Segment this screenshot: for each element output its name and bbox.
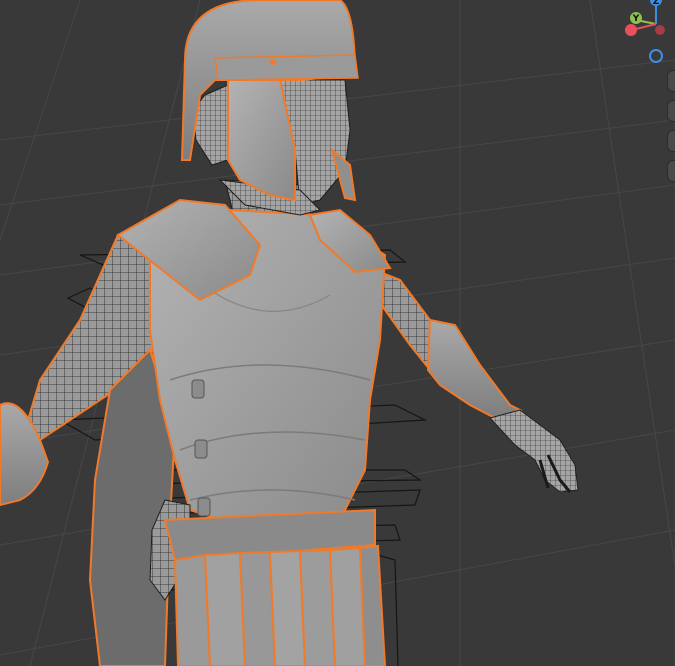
3d-viewport[interactable]: Y Z — [0, 0, 675, 666]
right-arm — [373, 268, 579, 493]
gizmo-neg-x-axis[interactable] — [655, 25, 665, 35]
gizmo-z-label: Z — [653, 0, 660, 7]
gizmo-neg-z-axis[interactable] — [649, 49, 663, 63]
perspective-icon[interactable] — [667, 160, 675, 182]
zoom-icon[interactable] — [667, 70, 675, 92]
navigation-gizmo[interactable]: Y Z — [625, 0, 665, 63]
pan-icon[interactable] — [667, 100, 675, 122]
belt-and-skirt-strips — [163, 508, 387, 666]
gizmo-x-axis[interactable] — [625, 24, 637, 36]
gizmo-y-label: Y — [632, 14, 640, 24]
camera-icon[interactable] — [667, 130, 675, 152]
scene-canvas[interactable]: Y Z — [0, 0, 675, 666]
